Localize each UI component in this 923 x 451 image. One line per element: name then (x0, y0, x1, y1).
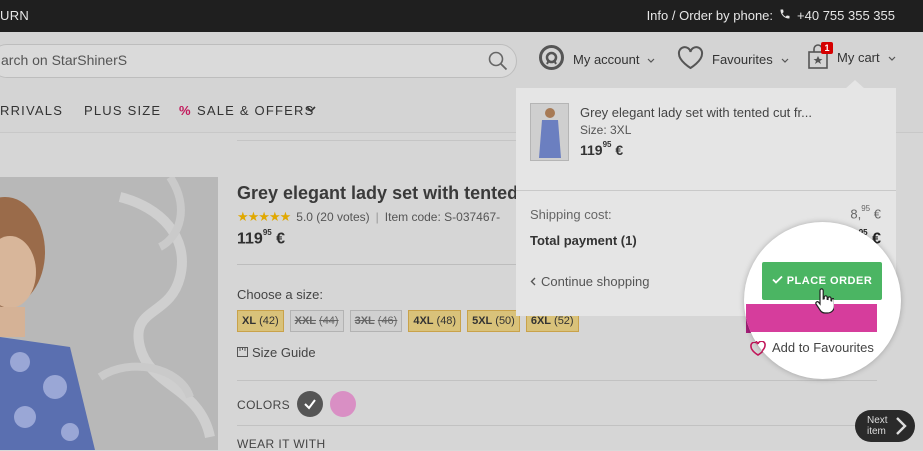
heart-icon (677, 46, 704, 73)
add-to-favourites-label: Add to Favourites (772, 340, 874, 355)
product-photo[interactable] (0, 177, 218, 450)
divider (516, 190, 896, 191)
divider (237, 425, 877, 426)
check-icon (304, 399, 316, 410)
phone-number[interactable]: +40 755 355 355 (797, 8, 895, 23)
product-title: Grey elegant lady set with tented (237, 183, 519, 203)
cart-item-thumbnail[interactable] (530, 103, 569, 161)
check-icon (772, 275, 783, 287)
nav-item-new-arrivals[interactable]: RRIVALS (0, 103, 63, 118)
hand-cursor-icon (814, 288, 835, 319)
size-guide-label: Size Guide (252, 345, 316, 360)
size-option-4xl[interactable]: 4XL (48) (408, 310, 462, 332)
continue-shopping-link[interactable]: Continue shopping (530, 274, 649, 289)
color-swatch-grey[interactable] (297, 391, 323, 417)
star-rating-icon: ★★★★★ (237, 209, 291, 224)
size-option-xl[interactable]: XL (42) (237, 310, 284, 332)
total-payment-label: Total payment (1) (530, 233, 637, 248)
phone-info-label: Info / Order by phone: (646, 8, 774, 23)
chevron-right-icon (895, 416, 907, 439)
nav-item-plus-size[interactable]: PLUS SIZE (84, 103, 161, 118)
nav-item-sale-offers[interactable]: SALE & OFFERS (197, 103, 314, 118)
chevron-down-icon (888, 50, 896, 65)
chevron-down-icon (306, 101, 316, 116)
chevron-down-icon (647, 52, 655, 67)
cart-count-badge: 1 (821, 42, 833, 54)
rating-text[interactable]: 5.0 (20 votes) (296, 210, 369, 224)
shipping-cost-label: Shipping cost: (530, 207, 612, 222)
account-icon (538, 44, 565, 74)
size-option-xxl[interactable]: XXL (44) (289, 310, 344, 332)
dropdown-caret (845, 80, 865, 89)
size-option-3xl[interactable]: 3XL (46) (349, 310, 403, 332)
phone-icon (779, 8, 791, 23)
size-option-5xl[interactable]: 5XL (50) (467, 310, 520, 332)
topbar-left-text: URN (0, 8, 30, 23)
color-swatch-pink[interactable] (330, 391, 356, 417)
cart-item-size: Size: 3XL (580, 123, 632, 137)
product-price: 11995 € (237, 228, 286, 248)
search-input[interactable] (1, 45, 471, 75)
search-icon[interactable] (488, 51, 508, 76)
my-cart-label: My cart (837, 49, 880, 65)
divider (237, 380, 877, 381)
my-account-label: My account (573, 51, 640, 67)
chevron-down-icon (781, 52, 789, 67)
heart-icon (750, 340, 766, 355)
top-bar: URN Info / Order by phone: +40 755 355 3… (0, 0, 923, 32)
search-box (0, 44, 517, 78)
favourites-menu[interactable]: Favourites (677, 46, 789, 73)
add-to-cart-button-highlighted[interactable] (746, 304, 877, 332)
place-order-label: PLACE ORDER (786, 275, 873, 287)
sale-percent-icon: % (179, 103, 192, 118)
ruler-icon (237, 345, 248, 360)
header: My account Favourites 1 My cart (0, 32, 923, 88)
cart-item-name[interactable]: Grey elegant lady set with tented cut fr… (580, 105, 812, 120)
size-label: Choose a size: (237, 287, 323, 302)
shopping-bag-icon: 1 (807, 42, 833, 70)
chevron-left-icon (530, 274, 536, 289)
my-cart-menu[interactable]: 1 My cart (807, 42, 896, 70)
colors-label: COLORS (237, 398, 291, 412)
phone-info: Info / Order by phone: +40 755 355 355 (647, 8, 895, 23)
add-to-favourites-link-highlighted[interactable]: Add to Favourites (750, 340, 874, 355)
continue-shopping-label: Continue shopping (541, 274, 650, 289)
shipping-cost-value: 8,95 € (850, 204, 881, 222)
cart-item-price: 11995 € (580, 140, 624, 158)
product-rating: ★★★★★ 5.0 (20 votes) | Item code: S-0374… (237, 209, 501, 224)
my-account-menu[interactable]: My account (538, 44, 655, 74)
next-item-button[interactable]: Next item (855, 410, 915, 442)
favourites-label: Favourites (712, 52, 773, 67)
wear-it-with-label: WEAR IT WITH (237, 437, 326, 451)
size-guide-link[interactable]: Size Guide (237, 345, 316, 360)
item-code: Item code: S-037467- (384, 210, 501, 224)
